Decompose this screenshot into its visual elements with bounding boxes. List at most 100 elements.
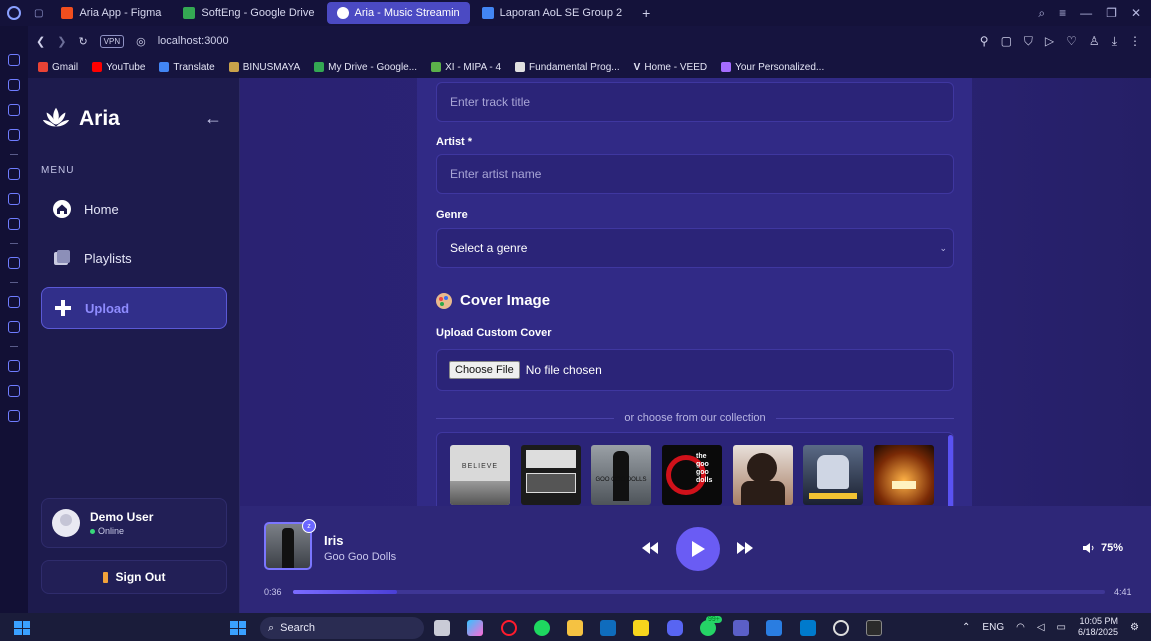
sticky-notes-icon[interactable] xyxy=(633,620,649,636)
choose-file-button[interactable]: Choose File xyxy=(449,361,520,379)
bookmark-personalized[interactable]: Your Personalized... xyxy=(721,62,824,73)
account-icon[interactable]: ♙ xyxy=(1089,34,1100,49)
close-icon[interactable]: ✕ xyxy=(1131,6,1141,21)
heart-icon[interactable]: ♡ xyxy=(1066,34,1077,49)
download-icon[interactable]: ⤓ xyxy=(1112,34,1117,49)
spotify-icon[interactable] xyxy=(534,620,550,636)
chevron-up-icon[interactable]: ⌃ xyxy=(962,622,970,633)
send-icon[interactable] xyxy=(8,321,20,333)
instagram-icon[interactable] xyxy=(8,193,20,205)
volume-icon[interactable]: ◁ xyxy=(1037,622,1045,633)
taskbar-search[interactable]: ⌕ Search xyxy=(260,617,424,639)
sign-out-button[interactable]: Sign Out xyxy=(41,560,227,594)
whatsapp-icon[interactable] xyxy=(8,257,20,269)
github-icon[interactable] xyxy=(833,620,849,636)
cover-option[interactable] xyxy=(521,445,581,505)
collapse-sidebar-button[interactable]: ← xyxy=(204,108,222,129)
genre-select[interactable]: Select a genre ⌄ xyxy=(436,228,954,268)
send-icon[interactable]: ▷ xyxy=(1045,34,1054,49)
bookmark-binusmaya[interactable]: BINUSMAYA xyxy=(228,62,300,73)
brand[interactable]: Aria xyxy=(41,104,120,134)
cover-option[interactable]: the goo goo dolls xyxy=(662,445,722,505)
language[interactable]: ENG xyxy=(982,622,1004,633)
shield-icon[interactable]: ⛉ xyxy=(1024,34,1033,49)
clock-icon[interactable] xyxy=(8,360,20,372)
terminal-icon[interactable] xyxy=(866,620,882,636)
cover-option[interactable]: GOO GOO DOLLS xyxy=(591,445,651,505)
history-icon[interactable] xyxy=(8,79,20,91)
cover-option[interactable] xyxy=(733,445,793,505)
track-title-input[interactable]: Enter track title xyxy=(436,82,954,122)
tab-pinned-icons[interactable]: ▢ xyxy=(28,2,49,24)
url-field[interactable]: localhost:3000 xyxy=(158,35,229,47)
bookmark-fundamental[interactable]: Fundamental Prog... xyxy=(515,62,620,73)
bookmark-veed[interactable]: V Home - VEED xyxy=(634,62,707,73)
bookmark-xi-mipa[interactable]: XI - MIPA - 4 xyxy=(431,62,501,73)
mail-icon[interactable] xyxy=(8,129,20,141)
opera-icon[interactable] xyxy=(501,620,517,636)
file-explorer-icon[interactable] xyxy=(567,620,583,636)
sidebar-item-home[interactable]: Home xyxy=(41,188,227,230)
sign-out-label: Sign Out xyxy=(115,570,166,584)
teams-icon[interactable] xyxy=(733,620,749,636)
messenger-icon[interactable] xyxy=(8,168,20,180)
menu-icon[interactable]: ≡ xyxy=(1059,6,1066,21)
vscode-icon[interactable] xyxy=(800,620,816,636)
tab-google-docs[interactable]: Laporan AoL SE Group 2 xyxy=(472,2,633,24)
next-icon[interactable] xyxy=(737,542,753,554)
settings-icon[interactable] xyxy=(8,410,20,422)
clock-date: 6/18/2025 xyxy=(1077,627,1119,637)
discord-icon[interactable] xyxy=(667,620,683,636)
tab-aria[interactable]: Aria - Music Streamin xyxy=(326,2,470,24)
maximize-icon[interactable]: ❐ xyxy=(1106,6,1117,21)
download-icon[interactable] xyxy=(8,385,20,397)
bookmark-gmail[interactable]: Gmail xyxy=(38,62,78,73)
bookmark-youtube[interactable]: YouTube xyxy=(92,62,145,73)
reload-icon[interactable]: ↻ xyxy=(78,35,87,48)
artist-input[interactable]: Enter artist name xyxy=(436,154,954,194)
search-tabs-icon[interactable]: ⌕ xyxy=(1038,6,1045,21)
previous-icon[interactable] xyxy=(642,542,658,554)
windows-start-icon[interactable] xyxy=(14,621,30,635)
start-button-icon[interactable] xyxy=(230,621,246,635)
vpn-badge[interactable]: VPN xyxy=(99,34,125,48)
bookmark-translate[interactable]: Translate xyxy=(159,62,215,73)
tab-google-drive[interactable]: SoftEng - Google Drive xyxy=(173,2,324,24)
workspace-icon[interactable] xyxy=(8,104,20,116)
volume-control[interactable]: 75% xyxy=(1083,542,1123,554)
aria-ai-icon[interactable] xyxy=(8,54,20,66)
forward-icon[interactable]: ❯ xyxy=(57,35,66,48)
wifi-icon[interactable]: ◠ xyxy=(1016,622,1025,633)
cover-text: BELIEVE xyxy=(461,463,499,470)
cover-option[interactable]: BELIEVE xyxy=(450,445,510,505)
bookmark-label: Gmail xyxy=(52,61,79,73)
upload-form: Enter track title Artist * Enter artist … xyxy=(417,78,972,506)
cover-option[interactable] xyxy=(803,445,863,505)
progress-bar[interactable] xyxy=(293,590,1105,594)
todo-icon[interactable] xyxy=(766,620,782,636)
opera-logo-icon[interactable] xyxy=(0,0,28,26)
task-view-icon[interactable] xyxy=(434,620,450,636)
more-icon[interactable]: ⋮ xyxy=(1129,34,1141,49)
bookmark-my-drive[interactable]: My Drive - Google... xyxy=(314,62,417,73)
snapshot-icon[interactable]: ▢ xyxy=(1001,34,1012,49)
play-button[interactable] xyxy=(676,527,720,571)
collection-scrollbar[interactable] xyxy=(948,435,953,506)
sidebar-item-playlists[interactable]: Playlists xyxy=(41,237,227,279)
sidebar-item-upload[interactable]: Upload xyxy=(41,287,227,329)
outlook-icon[interactable] xyxy=(600,620,616,636)
new-tab-button[interactable]: + xyxy=(634,5,658,21)
user-status: Online xyxy=(90,526,153,536)
player-icon[interactable] xyxy=(8,296,20,308)
back-icon[interactable]: ❮ xyxy=(36,35,45,48)
notifications-icon[interactable]: ⚙ xyxy=(1130,622,1139,633)
minimize-icon[interactable]: — xyxy=(1080,6,1092,21)
user-card[interactable]: Demo User Online xyxy=(41,498,227,548)
chat-icon[interactable] xyxy=(8,218,20,230)
battery-icon[interactable]: ▭ xyxy=(1057,622,1066,633)
tab-figma[interactable]: Aria App - Figma xyxy=(51,2,171,24)
copilot-icon[interactable] xyxy=(467,620,483,636)
cover-option[interactable] xyxy=(874,445,934,505)
clock[interactable]: 10:05 PM 6/18/2025 xyxy=(1078,616,1118,638)
pin-icon[interactable]: ⚲ xyxy=(980,34,989,49)
